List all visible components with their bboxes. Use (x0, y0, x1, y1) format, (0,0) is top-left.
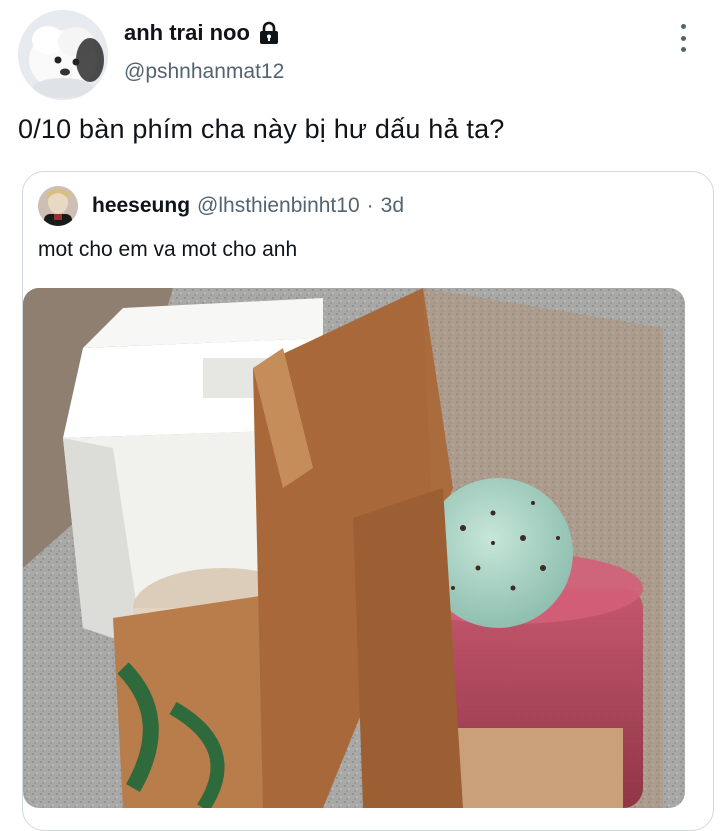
quoted-author-handle[interactable]: @lhsthienbinht10 (197, 194, 360, 218)
quoted-tweet-time[interactable]: 3d (381, 194, 404, 218)
iced-coffee-and-ice-cream-cups-photo (23, 288, 685, 808)
quoted-author-avatar[interactable] (38, 186, 78, 226)
dot (680, 35, 686, 41)
dot (680, 47, 686, 52)
author-avatar[interactable] (18, 10, 108, 100)
author-display-name[interactable]: anh trai noo (124, 20, 250, 46)
dot (680, 24, 686, 29)
author-handle[interactable]: @pshnhanmat12 (124, 60, 284, 84)
dog-avatar-image (18, 10, 108, 100)
more-vertical-icon[interactable] (672, 22, 694, 54)
author-name-row: anh trai noo (124, 20, 280, 46)
quoted-tweet-header: heeseung @lhsthienbinht10 · 3d (92, 194, 404, 218)
quoted-tweet-card[interactable]: heeseung @lhsthienbinht10 · 3d mot cho e… (22, 171, 714, 831)
person-avatar-image (38, 186, 78, 226)
tweet-text: 0/10 bàn phím cha này bị hư dấu hả ta? (18, 114, 505, 144)
quoted-tweet-text: mot cho em va mot cho anh (38, 238, 298, 261)
quoted-author-display-name[interactable]: heeseung (92, 194, 190, 218)
separator-dot: · (366, 194, 374, 217)
quoted-tweet-photo[interactable] (23, 288, 685, 808)
lock-icon (258, 21, 280, 45)
